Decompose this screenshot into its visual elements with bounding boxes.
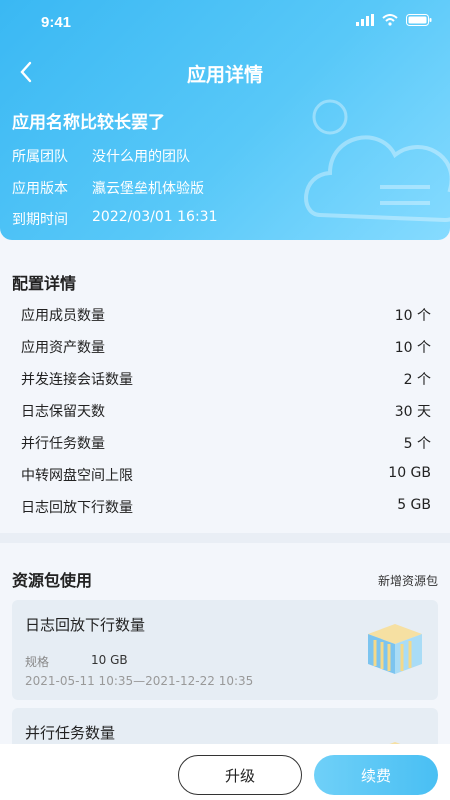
section-divider: [0, 533, 450, 543]
config-row: 并行任务数量 5 个: [21, 433, 431, 453]
nav-bar: 应用详情: [0, 52, 450, 92]
app-name: 应用名称比较长罢了: [12, 113, 165, 133]
renew-button[interactable]: 续费: [314, 755, 438, 795]
info-row-expiry: 到期时间 2022/03/01 16:31: [12, 209, 218, 229]
resources-title: 资源包使用: [12, 571, 93, 590]
config-label: 日志回放下行数量: [21, 500, 133, 516]
config-label: 日志保留天数: [21, 404, 105, 420]
resource-card-period: 2021-05-11 10:35—2021-12-22 10:35: [25, 674, 254, 688]
config-section: 配置详情 应用成员数量 10 个 应用资产数量 10 个 并发连接会话数量 2 …: [0, 254, 450, 532]
config-value: 10 个: [394, 340, 431, 356]
info-row-team: 所属团队 没什么用的团队: [12, 146, 190, 166]
bottom-action-bar: 升级 续费: [0, 744, 450, 800]
config-value: 5 GB: [397, 497, 431, 513]
cloud-decoration-icon: [304, 99, 450, 223]
config-value: 10 个: [394, 308, 431, 324]
info-value: 瀛云堡垒机体验版: [92, 181, 204, 197]
resource-cube-icon: [368, 624, 422, 674]
page-title: 应用详情: [186, 64, 263, 86]
config-value: 30 天: [394, 404, 431, 420]
resource-card-spec: 规格 10 GB: [25, 653, 128, 670]
signal-icon: [356, 14, 374, 26]
resource-card-title: 日志回放下行数量: [25, 616, 146, 634]
config-value: 10 GB: [388, 465, 431, 481]
app-header-card: 9:41 应用详情 应用名称比较长罢了 所属团队 没什么用的团队 应用版本 瀛云…: [0, 0, 450, 240]
status-bar: 9:41: [0, 0, 450, 44]
status-icons: [356, 14, 432, 26]
spec-label: 规格: [25, 655, 50, 669]
config-row: 中转网盘空间上限 10 GB: [21, 465, 431, 485]
status-time: 9:41: [41, 14, 72, 31]
config-row: 应用资产数量 10 个: [21, 337, 431, 357]
config-label: 并发连接会话数量: [21, 372, 133, 388]
info-label: 所属团队: [12, 149, 68, 165]
info-label: 到期时间: [12, 212, 68, 228]
info-value: 没什么用的团队: [92, 149, 190, 165]
upgrade-button[interactable]: 升级: [178, 755, 302, 795]
config-label: 应用成员数量: [21, 308, 105, 324]
config-value: 5 个: [403, 436, 431, 452]
info-row-version: 应用版本 瀛云堡垒机体验版: [12, 178, 204, 198]
info-label: 应用版本: [12, 181, 68, 197]
config-row: 并发连接会话数量 2 个: [21, 369, 431, 389]
info-value: 2022/03/01 16:31: [92, 209, 218, 225]
config-label: 并行任务数量: [21, 436, 105, 452]
config-label: 应用资产数量: [21, 340, 105, 356]
battery-icon: [406, 14, 432, 26]
config-row: 日志回放下行数量 5 GB: [21, 497, 431, 517]
wifi-icon: [382, 14, 398, 26]
config-label: 中转网盘空间上限: [21, 468, 133, 484]
config-title: 配置详情: [12, 274, 77, 293]
resource-card-title: 并行任务数量: [25, 724, 116, 742]
add-resource-pack-link[interactable]: 新增资源包: [378, 572, 438, 589]
resource-card[interactable]: 日志回放下行数量 规格 10 GB 2021-05-11 10:35—2021-…: [12, 600, 438, 700]
config-value: 2 个: [403, 372, 431, 388]
config-row: 日志保留天数 30 天: [21, 401, 431, 421]
config-row: 应用成员数量 10 个: [21, 305, 431, 325]
spec-value: 10 GB: [91, 653, 128, 667]
